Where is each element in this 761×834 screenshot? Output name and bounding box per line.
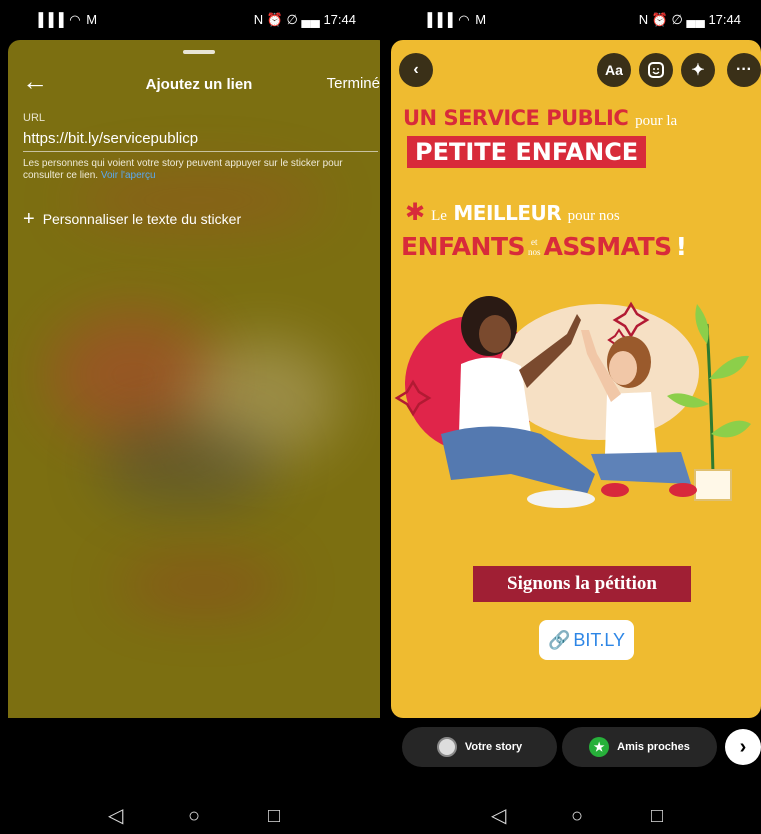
headline-1-suffix: pour la [635,113,678,129]
link-sticker-text: BIT.LY [573,629,626,650]
plus-icon: + [23,208,35,230]
back-chevron-icon[interactable]: ‹ [399,53,433,87]
plant-stem [705,323,715,475]
sheet-title: Ajoutez un lien [145,76,253,93]
your-story-button[interactable]: Votre story [402,727,557,767]
url-input[interactable] [23,126,378,152]
headline-meilleur: ✱ Le MEILLEUR pour nos [405,198,620,226]
line4-word1: ENFANTS [401,232,526,261]
help-text: Les personnes qui voient votre story peu… [23,158,380,182]
line4-mark: ! [675,232,687,261]
headline-1: UN SERVICE PUBLIC [403,106,629,130]
link-editor-screen: ▐▐▐ ◠ M N ⏰ ∅ ▄▄ 17:44 ← Ajoutez un lien… [0,0,380,834]
help-text-body: Les personnes qui voient votre story peu… [23,158,343,181]
girl-face [609,351,637,385]
nav-back-icon[interactable]: ◁ [108,806,123,826]
headline-enfants-assmats: ENFANTS et nos ASSMATS ! [401,232,687,261]
nav-back-icon[interactable]: ◁ [491,806,506,826]
plant-leaf [695,304,709,344]
link-icon: 🔗 [547,629,571,650]
star-icon: ★ [589,737,610,757]
blurred-background [98,420,278,510]
effects-sparkle-icon[interactable]: ✦ [681,53,715,87]
line3-suffix: pour nos [567,208,620,224]
girl-shirt [605,392,657,454]
nav-recents-icon[interactable]: □ [268,806,280,826]
line4-et: et [531,236,538,247]
customize-sticker-text-button[interactable]: + Personnaliser le texte du sticker [23,208,242,230]
next-arrow-button[interactable]: › [725,729,761,765]
close-friends-label: Amis proches [617,741,690,753]
et-nos: et nos [528,237,541,257]
nav-home-icon[interactable]: ○ [188,806,200,826]
plant-pot [694,469,732,501]
woman-face [479,315,511,353]
blurred-background [118,560,288,610]
done-button[interactable]: Terminé [327,75,380,92]
add-link-sheet: ← Ajoutez un lien Terminé URL Les person… [8,40,380,718]
status-right: N ⏰ ∅ ▄▄ 17:44 [253,12,356,27]
nav-recents-icon[interactable]: □ [651,806,663,826]
nav-home-icon[interactable]: ○ [571,806,583,826]
status-bar: ▐▐▐ ◠ M N ⏰ ∅ ▄▄ 17:44 [0,0,380,40]
woman-shoe [527,490,595,508]
plant-leaf [709,355,749,380]
woman-shirt [459,357,531,434]
high-five-illustration [394,296,751,508]
story-canvas: ‹ Aa ✦ ··· UN SERVICE PUBLIC pour la PET… [391,40,761,718]
headline-petite-enfance: PETITE ENFANCE [407,136,647,168]
close-friends-button[interactable]: ★ Amis proches [562,727,717,767]
girl-shoe [669,483,697,497]
preview-link[interactable]: Voir l'aperçu [101,170,156,181]
text-tool-button[interactable]: Aa [597,53,631,87]
more-button[interactable]: ··· [727,53,761,87]
asterisk-icon: ✱ [405,198,425,226]
signal-wifi-icons: ▐▐▐ ◠ M [34,12,99,27]
girl-shoe [601,483,629,497]
signal-wifi-icons: ▐▐▐ ◠ M [423,12,488,27]
headline-service-public: UN SERVICE PUBLIC pour la [403,106,677,130]
your-story-label: Votre story [464,741,523,753]
status-bar: ▐▐▐ ◠ M N ⏰ ∅ ▄▄ 17:44 [381,0,761,40]
story-preview-screen: ▐▐▐ ◠ M N ⏰ ∅ ▄▄ 17:44 ‹ Aa ✦ ··· UN SER… [381,0,761,834]
link-sticker[interactable]: 🔗 BIT.LY [539,620,634,660]
url-label: URL [23,112,46,124]
line4-nos: nos [528,246,541,257]
customize-label: Personnaliser le texte du sticker [42,211,242,227]
drag-handle[interactable] [183,50,215,54]
avatar [436,737,457,757]
plant-leaf [711,420,751,438]
girl-jeans [591,452,691,484]
sticker-icon[interactable] [639,53,673,87]
status-right: N ⏰ ∅ ▄▄ 17:44 [638,12,741,27]
line4-word2: ASSMATS [543,232,673,261]
line3-word: MEILLEUR [453,201,562,225]
petition-label: Signons la pétition [473,566,691,602]
line3-prefix: Le [431,208,447,224]
